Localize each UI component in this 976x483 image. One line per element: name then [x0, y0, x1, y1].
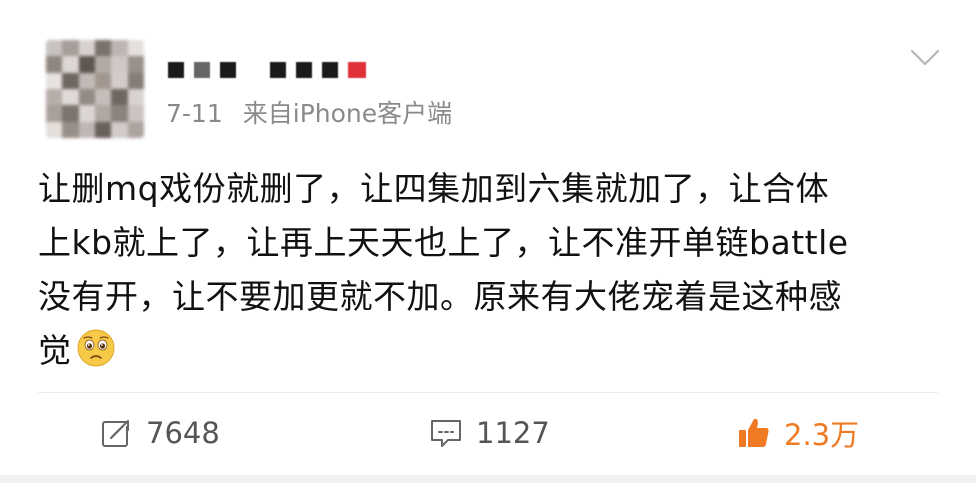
avatar-pixel [127, 40, 144, 57]
avatar-pixel [78, 40, 95, 57]
avatar-pixel [95, 121, 112, 138]
post-time: 7-11 [166, 99, 223, 128]
repost-icon [102, 418, 132, 447]
avatar-pixel [62, 40, 79, 57]
content-line: 上kb就上了，让再上天天也上了，让不准开单链battle [38, 223, 849, 262]
weibo-post-card: 7-11 来自iPhone客户端 让删mq戏份就删了，让四集加到六集就加了，让合体… [0, 0, 976, 483]
redaction-block [270, 62, 286, 78]
avatar-pixel [78, 89, 95, 106]
comment-icon [431, 420, 461, 447]
redaction-block [220, 62, 236, 78]
bottom-separator [0, 475, 976, 483]
avatar-pixel [46, 40, 63, 57]
avatar-pixel [111, 40, 128, 57]
avatar-pixel [111, 72, 128, 89]
avatar-pixel [127, 72, 144, 89]
divider [38, 392, 938, 393]
avatar-pixel [62, 105, 79, 122]
avatar-pixel [111, 121, 128, 138]
avatar-pixel [62, 89, 79, 106]
avatar-pixel [78, 105, 95, 122]
avatar-pixel [95, 56, 112, 73]
repost-count: 7648 [146, 416, 220, 450]
avatar-pixel [46, 105, 63, 122]
content-line-last: 觉 [38, 324, 948, 378]
action-bar: 7648 1127 2.3万 [0, 408, 976, 458]
redaction-block [322, 62, 338, 78]
post-meta: 7-11 来自iPhone客户端 [166, 94, 452, 130]
username-redacted[interactable] [168, 58, 366, 82]
avatar-pixel [95, 72, 112, 89]
content-line: 觉 [38, 331, 72, 370]
sad-pleading-emoji-icon [77, 329, 114, 367]
redaction-block [168, 62, 184, 78]
avatar-pixel [46, 56, 63, 73]
avatar-pixel [78, 121, 95, 138]
avatar-pixel [111, 89, 128, 106]
avatar-pixel [46, 89, 63, 106]
avatar-pixel [127, 105, 144, 122]
like-button[interactable]: 2.3万 [736, 408, 859, 458]
avatar-pixel [46, 121, 63, 138]
avatar-pixel [62, 56, 79, 73]
avatar-pixel [95, 105, 112, 122]
content-line: 没有开，让不要加更就不加。原来有大佬宠着是这种感 [38, 277, 842, 316]
avatar-pixel [111, 105, 128, 122]
thumbs-up-icon [739, 418, 769, 447]
comment-button[interactable]: 1127 [428, 408, 550, 458]
avatar-pixel [95, 40, 112, 57]
avatar-pixel [46, 72, 63, 89]
avatar-pixel [127, 89, 144, 106]
chevron-down-icon[interactable] [908, 40, 942, 74]
avatar-pixel [78, 72, 95, 89]
avatar-pixel [111, 56, 128, 73]
avatar-pixel [127, 121, 144, 138]
repost-button[interactable]: 7648 [98, 408, 220, 458]
avatar-pixel [95, 89, 112, 106]
like-count: 2.3万 [784, 418, 860, 452]
avatar-pixel [127, 56, 144, 73]
redaction-block [296, 62, 312, 78]
post-content: 让删mq戏份就删了，让四集加到六集就加了，让合体 上kb就上了，让再上天天也上了… [38, 162, 948, 378]
comment-count: 1127 [476, 416, 550, 450]
redaction-block [348, 62, 366, 78]
avatar-pixel [62, 72, 79, 89]
redaction-block [194, 62, 210, 78]
post-source[interactable]: 来自iPhone客户端 [243, 99, 452, 128]
avatar[interactable] [46, 40, 144, 138]
avatar-pixel [62, 121, 79, 138]
avatar-pixel [78, 56, 95, 73]
content-line: 让删mq戏份就删了，让四集加到六集就加了，让合体 [38, 169, 830, 208]
